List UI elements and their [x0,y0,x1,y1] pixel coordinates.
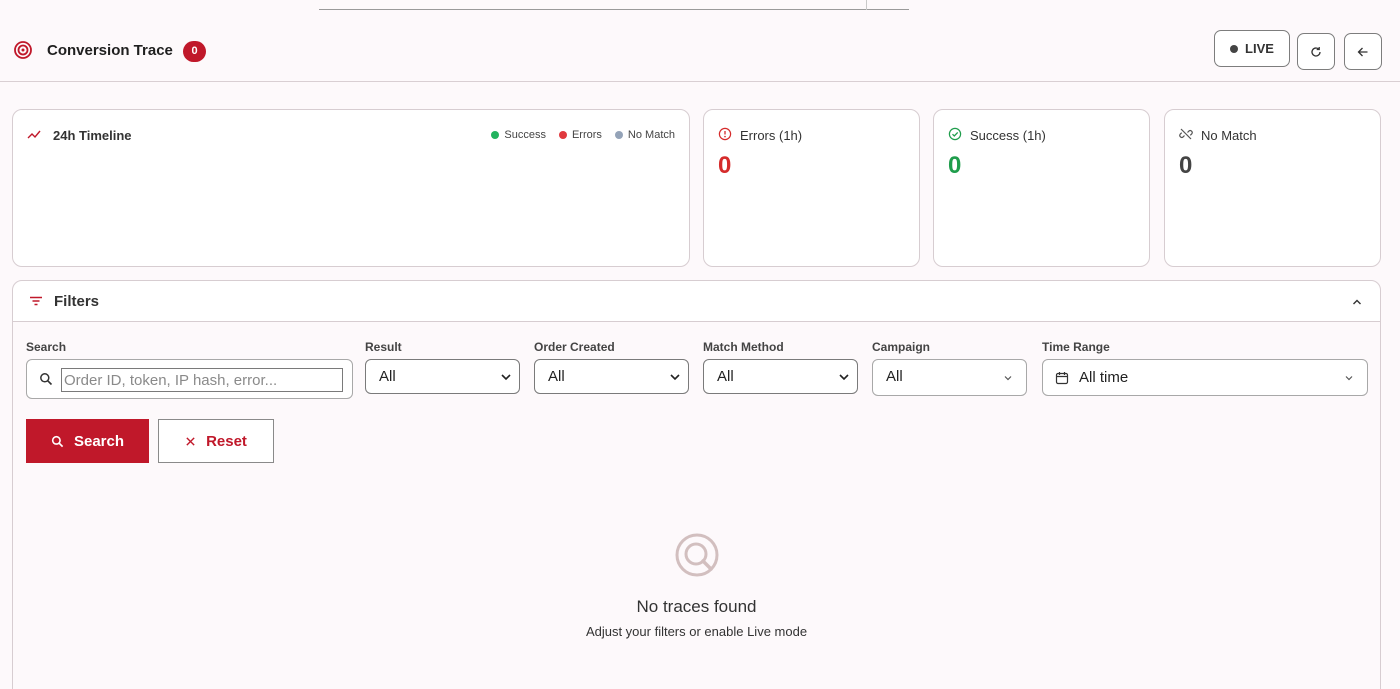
time-range-value: All time [1079,369,1129,386]
errors-stat-card: Errors (1h) 0 [703,109,920,267]
order-created-label: Order Created [534,340,615,354]
unlink-icon [1179,128,1193,140]
close-icon [186,436,195,446]
page-title: Conversion Trace [47,42,173,59]
calendar-icon [1055,372,1069,385]
no-match-stat-card: No Match 0 [1164,109,1381,267]
timeline-card: 24h Timeline Success Errors No Match [12,109,690,267]
filters-panel: Filters Search Result All Order Created … [12,280,1381,689]
result-select[interactable]: All [365,359,520,394]
success-dot-icon [491,131,500,139]
search-icon [40,373,53,386]
chevron-down-icon [501,374,511,381]
live-label: LIVE [1245,41,1274,56]
filters-header[interactable]: Filters [13,281,1380,322]
no-match-dot-icon [614,131,623,139]
back-button[interactable] [1344,33,1382,70]
trace-count-badge: 0 [183,41,206,62]
search-button-label: Search [73,432,125,450]
legend-no-match-label: No Match [627,129,675,141]
campaign-select-value: All [886,368,903,385]
legend-success: Success [491,129,546,141]
legend-errors-label: Errors [571,129,602,141]
match-method-select-value: All [717,368,734,385]
match-method-select[interactable]: All [703,359,858,394]
top-address-strip [319,0,909,10]
chevron-up-icon[interactable] [1350,295,1364,309]
chevron-down-icon [1004,376,1012,381]
app-header: Conversion Trace 0 LIVE [0,20,1400,82]
empty-state-title: No traces found [636,597,757,616]
campaign-label: Campaign [872,340,931,354]
success-stat-label: Success (1h) [970,128,1046,143]
filter-lines-icon [30,296,42,306]
legend-errors: Errors [558,129,602,141]
empty-state-subtitle: Adjust your filters or enable Live mode [585,624,808,639]
time-range-label: Time Range [1042,340,1110,354]
chevron-down-icon [670,374,680,381]
live-status-dot-icon [1230,44,1239,53]
target-logo-icon [14,41,32,59]
errors-dot-icon [558,131,567,139]
chevron-down-icon [839,374,849,381]
no-match-stat-label: No Match [1201,128,1257,143]
errors-stat-value: 0 [718,152,732,179]
search-field [26,359,353,399]
refresh-icon [1311,46,1321,57]
order-created-select-value: All [548,368,565,385]
search-icon [51,435,64,447]
order-created-select[interactable]: All [534,359,689,394]
campaign-select[interactable]: All [872,359,1027,396]
chevron-down-icon [1345,376,1353,381]
legend-no-match: No Match [614,129,675,141]
no-match-stat-value: 0 [1179,152,1193,179]
search-input[interactable] [61,368,343,392]
search-button[interactable]: Search [26,419,149,463]
errors-stat-label: Errors (1h) [740,128,803,143]
arrow-left-icon [1357,47,1368,56]
empty-target-search-icon [675,533,719,577]
live-toggle-button[interactable]: LIVE [1214,30,1290,67]
alert-circle-icon [718,127,732,141]
reset-button[interactable]: Reset [158,419,274,463]
trending-line-icon [27,130,41,139]
match-method-label: Match Method [703,340,784,354]
time-range-select[interactable]: All time [1042,359,1368,396]
filters-title: Filters [54,293,100,310]
refresh-button[interactable] [1297,33,1335,70]
reset-button-label: Reset [206,432,247,450]
search-label: Search [26,340,67,354]
result-select-value: All [379,368,396,385]
success-stat-card: Success (1h) 0 [933,109,1150,267]
success-stat-value: 0 [948,152,962,179]
legend-success-label: Success [504,129,546,141]
check-circle-icon [948,127,962,141]
timeline-title: 24h Timeline [53,128,132,143]
result-label: Result [365,340,402,354]
timeline-legend: Success Errors No Match [491,129,675,141]
